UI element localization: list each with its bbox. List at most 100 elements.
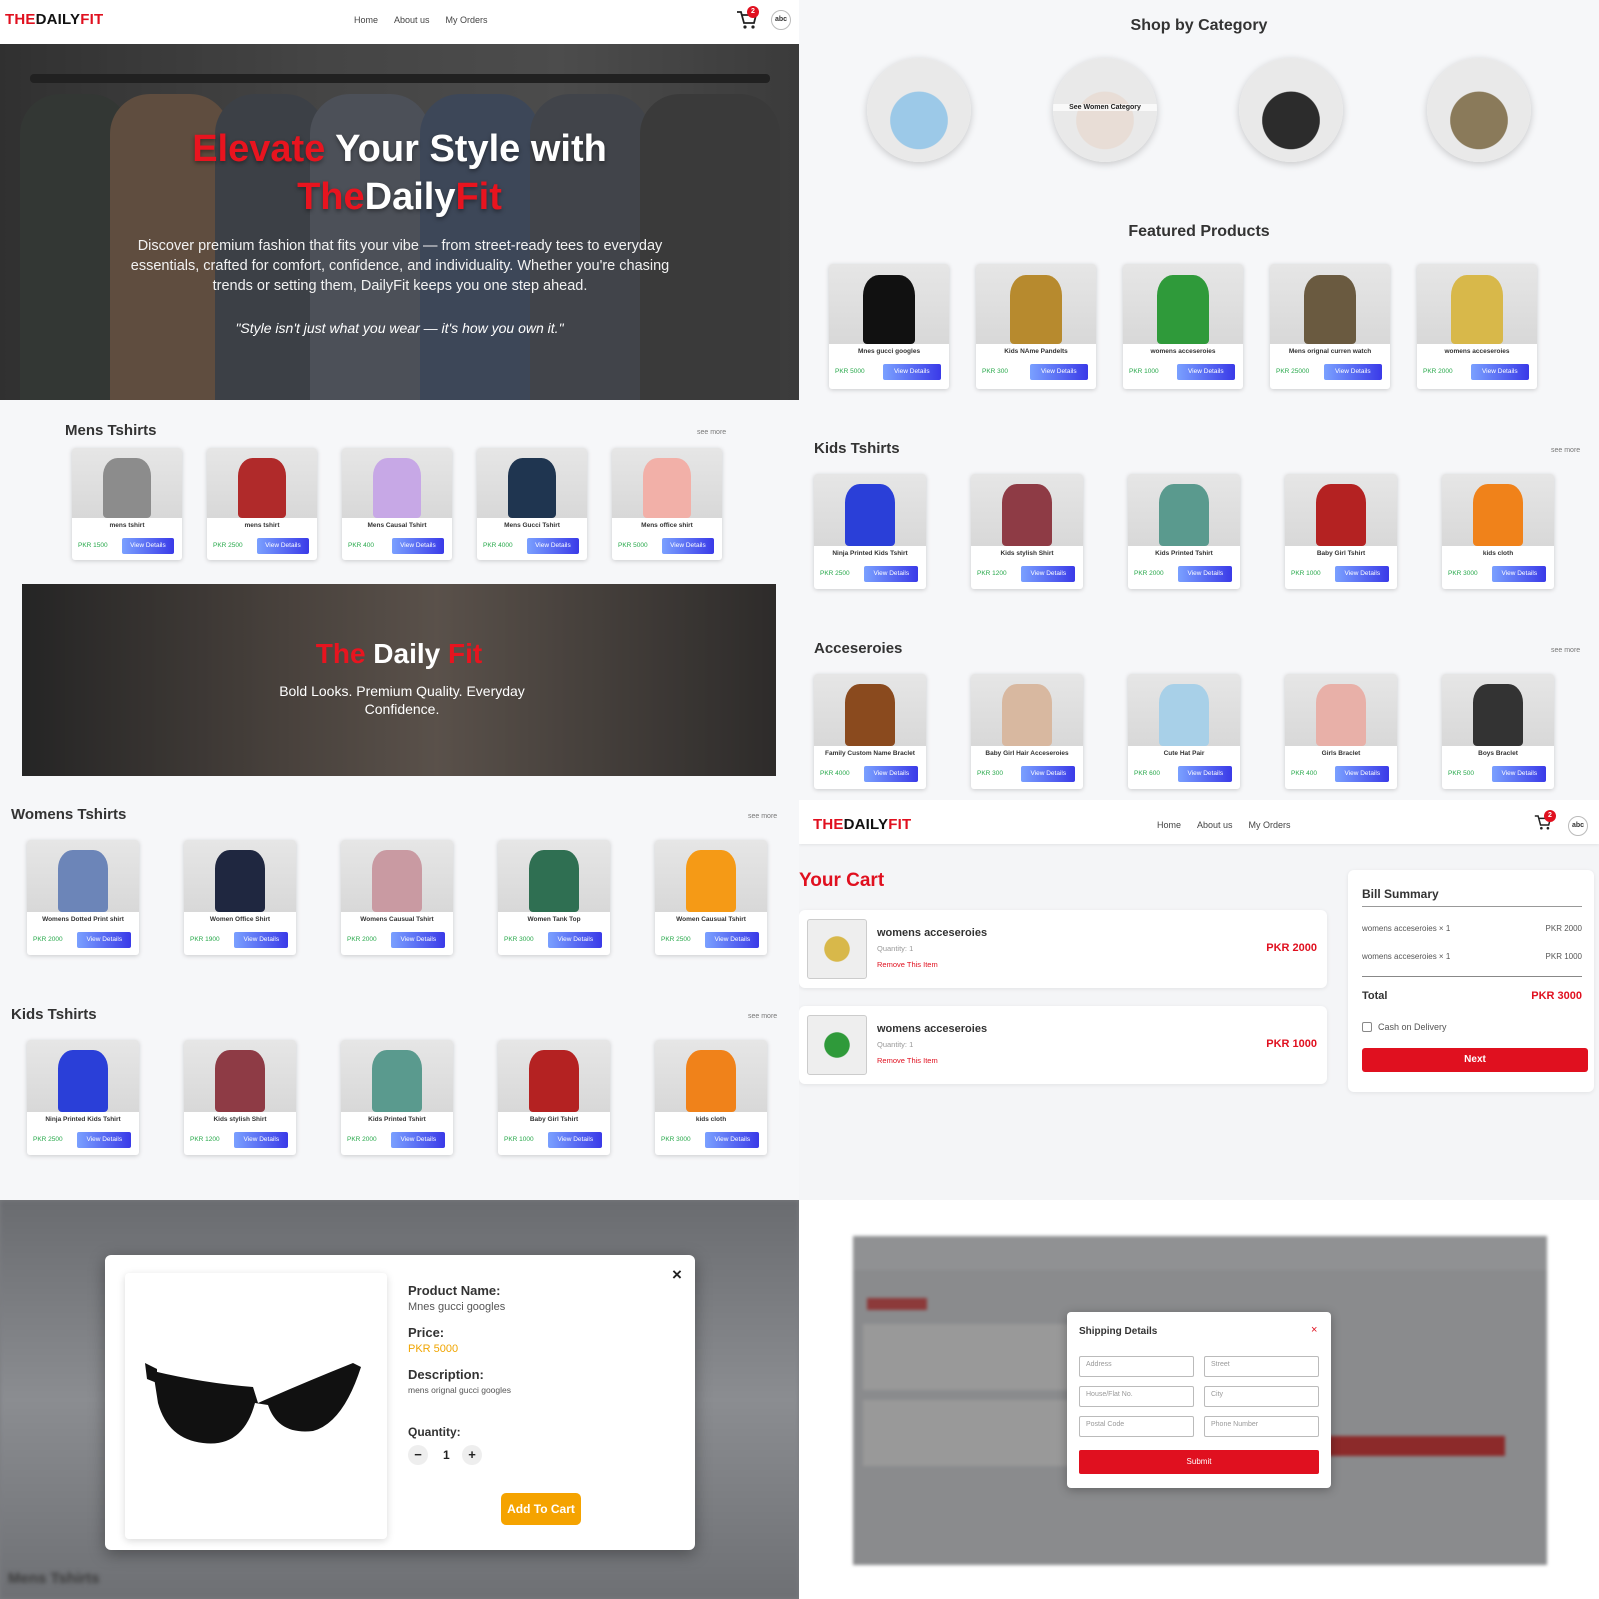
view-details-button[interactable]: View Details <box>1324 364 1382 380</box>
remove-item-link[interactable]: Remove This Item <box>877 1056 938 1065</box>
nav-home[interactable]: Home <box>354 15 378 25</box>
close-icon[interactable]: × <box>1311 1324 1317 1336</box>
view-details-button[interactable]: View Details <box>1178 766 1233 782</box>
house-input[interactable]: House/Flat No. <box>1079 1386 1194 1407</box>
category-circle[interactable] <box>1239 58 1343 162</box>
product-card[interactable]: Women Causual Tshirt PKR 2500 View Details <box>655 840 767 955</box>
submit-button[interactable]: Submit <box>1079 1450 1319 1474</box>
category-circle[interactable]: See Women Category <box>1053 58 1157 162</box>
product-card[interactable]: Mens office shirt PKR 5000 View Details <box>612 448 722 560</box>
view-details-button[interactable]: View Details <box>526 538 580 554</box>
close-icon[interactable]: × <box>672 1265 682 1285</box>
product-card[interactable]: mens tshirt PKR 1500 View Details <box>72 448 182 560</box>
product-card[interactable]: Womens Causual Tshirt PKR 2000 View Detail… <box>341 840 453 955</box>
product-card[interactable]: Kids Printed Tshirt PKR 2000 View Details <box>341 1040 453 1155</box>
view-details-button[interactable]: View Details <box>1177 364 1235 380</box>
next-button[interactable]: Next <box>1362 1048 1588 1072</box>
product-card[interactable]: Girls Braclet PKR 400 View Details <box>1285 674 1397 789</box>
view-details-button[interactable]: View Details <box>1030 364 1088 380</box>
product-card[interactable]: Cute Hat Pair PKR 600 View Details <box>1128 674 1240 789</box>
view-details-button[interactable]: View Details <box>391 932 446 948</box>
see-more-link[interactable]: see more <box>748 1013 777 1020</box>
address-input[interactable]: Address <box>1079 1356 1194 1377</box>
nav-about[interactable]: About us <box>394 15 430 25</box>
product-image <box>72 448 182 518</box>
view-details-button[interactable]: View Details <box>883 364 941 380</box>
nav-links: Home About us My Orders <box>354 15 488 25</box>
see-more-link[interactable]: see more <box>1551 447 1580 454</box>
qty-minus-button[interactable]: − <box>408 1445 428 1465</box>
brand-logo[interactable]: THEDAILYFIT <box>5 11 103 28</box>
city-input[interactable]: City <box>1204 1386 1319 1407</box>
product-card[interactable]: Baby Girl Tshirt PKR 1000 View Details <box>1285 474 1397 589</box>
see-more-link[interactable]: see more <box>1551 647 1580 654</box>
product-card[interactable]: Ninja Printed Kids Tshirt PKR 2500 View De… <box>27 1040 139 1155</box>
view-details-button[interactable]: View Details <box>1335 766 1390 782</box>
product-card[interactable]: mens tshirt PKR 2500 View Details <box>207 448 317 560</box>
nav-orders[interactable]: My Orders <box>446 15 488 25</box>
view-details-button[interactable]: View Details <box>661 538 715 554</box>
view-details-button[interactable]: View Details <box>1492 766 1547 782</box>
view-details-button[interactable]: View Details <box>77 932 132 948</box>
category-circle[interactable] <box>1427 58 1531 162</box>
view-details-button[interactable]: View Details <box>391 1132 446 1148</box>
product-card[interactable]: Baby Girl Hair Acceseroies PKR 300 View De… <box>971 674 1083 789</box>
avatar[interactable]: abc <box>771 10 791 30</box>
product-card[interactable]: Kids NAme Pandelts PKR 300 View Details <box>976 264 1096 389</box>
see-more-link[interactable]: see more <box>697 429 726 436</box>
view-details-button[interactable]: View Details <box>1492 566 1547 582</box>
product-card[interactable]: Mens Gucci Tshirt PKR 4000 View Details <box>477 448 587 560</box>
remove-item-link[interactable]: Remove This Item <box>877 960 938 969</box>
view-details-button[interactable]: View Details <box>864 766 919 782</box>
product-name: Kids NAme Pandelts <box>1004 348 1068 355</box>
nav-about[interactable]: About us <box>1197 820 1233 830</box>
phone-input[interactable]: Phone Number <box>1204 1416 1319 1437</box>
view-details-button[interactable]: View Details <box>77 1132 132 1148</box>
view-details-button[interactable]: View Details <box>705 1132 760 1148</box>
postal-code-input[interactable]: Postal Code <box>1079 1416 1194 1437</box>
view-details-button[interactable]: View Details <box>548 1132 603 1148</box>
product-card[interactable]: kids cloth PKR 3000 View Details <box>655 1040 767 1155</box>
avatar[interactable]: abc <box>1568 816 1588 836</box>
view-details-button[interactable]: View Details <box>705 932 760 948</box>
view-details-button[interactable]: View Details <box>121 538 175 554</box>
view-details-button[interactable]: View Details <box>1471 364 1529 380</box>
category-circle[interactable] <box>867 58 971 162</box>
product-card[interactable]: Baby Girl Tshirt PKR 1000 View Details <box>498 1040 610 1155</box>
view-details-button[interactable]: View Details <box>548 932 603 948</box>
cod-checkbox[interactable] <box>1362 1022 1372 1032</box>
product-card[interactable]: Kids stylish Shirt PKR 1200 View Details <box>184 1040 296 1155</box>
product-card[interactable]: Women Office Shirt PKR 1900 View Details <box>184 840 296 955</box>
product-card[interactable]: kids cloth PKR 3000 View Details <box>1442 474 1554 589</box>
view-details-button[interactable]: View Details <box>1021 766 1076 782</box>
qty-plus-button[interactable]: + <box>462 1445 482 1465</box>
view-details-button[interactable]: View Details <box>864 566 919 582</box>
view-details-button[interactable]: View Details <box>1335 566 1390 582</box>
product-card[interactable]: Kids stylish Shirt PKR 1200 View Details <box>971 474 1083 589</box>
product-card[interactable]: Family Custom Name Braclet PKR 4000 View D… <box>814 674 926 789</box>
product-card[interactable]: Mnes gucci googles PKR 5000 View Details <box>829 264 949 389</box>
product-card[interactable]: Boys Braclet PKR 500 View Details <box>1442 674 1554 789</box>
add-to-cart-button[interactable]: Add To Cart <box>501 1493 581 1525</box>
view-details-button[interactable]: View Details <box>234 932 289 948</box>
product-card[interactable]: womens acceseroies PKR 2000 View Details <box>1417 264 1537 389</box>
view-details-button[interactable]: View Details <box>234 1132 289 1148</box>
product-card[interactable]: womens acceseroies PKR 1000 View Details <box>1123 264 1243 389</box>
view-details-button[interactable]: View Details <box>391 538 445 554</box>
product-card[interactable]: Mens Causal Tshirt PKR 400 View Details <box>342 448 452 560</box>
brand-logo[interactable]: THEDAILYFIT <box>813 816 911 833</box>
view-details-button[interactable]: View Details <box>1178 566 1233 582</box>
nav-orders[interactable]: My Orders <box>1249 820 1291 830</box>
product-card[interactable]: Kids Printed Tshirt PKR 2000 View Details <box>1128 474 1240 589</box>
product-card[interactable]: Womens Dotted Print shirt PKR 2000 View De… <box>27 840 139 955</box>
product-card[interactable]: Mens orignal curren watch PKR 25000 View D… <box>1270 264 1390 389</box>
product-card[interactable]: Ninja Printed Kids Tshirt PKR 2500 View De… <box>814 474 926 589</box>
product-shape <box>1002 484 1052 546</box>
street-input[interactable]: Street <box>1204 1356 1319 1377</box>
product-price: PKR 400 <box>1291 770 1318 777</box>
nav-home[interactable]: Home <box>1157 820 1181 830</box>
view-details-button[interactable]: View Details <box>1021 566 1076 582</box>
see-more-link[interactable]: see more <box>748 813 777 820</box>
view-details-button[interactable]: View Details <box>256 538 310 554</box>
product-card[interactable]: Women Tank Top PKR 3000 View Details <box>498 840 610 955</box>
